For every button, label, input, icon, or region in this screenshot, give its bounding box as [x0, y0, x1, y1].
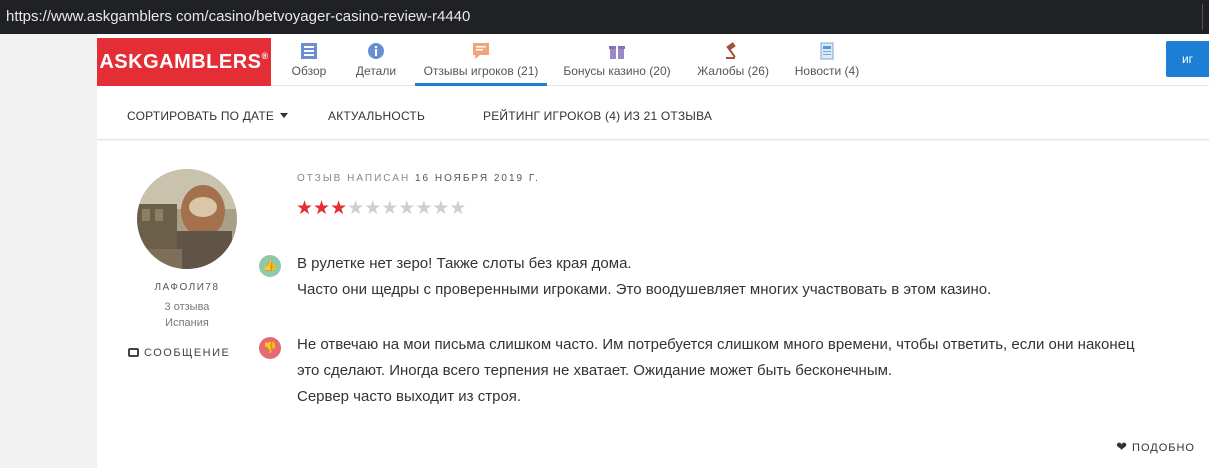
user-name[interactable]: ЛАФОЛИ78	[97, 282, 277, 293]
user-review-count: 3 отзыва	[164, 301, 210, 313]
askgamblers-logo[interactable]: ASKGAMBLERS®	[97, 38, 271, 86]
browser-address-bar[interactable]: https://www.askgamblers com/casino/betvo…	[0, 0, 1209, 34]
thumbs-down-icon: 👎	[259, 337, 281, 359]
caret-down-icon	[280, 113, 289, 118]
tab-label: Обзор	[291, 64, 327, 78]
gift-icon	[609, 46, 625, 59]
tab-label: Бонусы казино (20)	[563, 64, 671, 78]
tab-casino-bonuses[interactable]: Бонусы казино (20)	[559, 42, 675, 86]
written-label: ОТЗЫВ НАПИСАН	[297, 173, 411, 184]
avatar-photo	[137, 169, 237, 269]
sort-relevance[interactable]: АКТУАЛЬНОСТЬ	[328, 109, 425, 123]
message-button[interactable]: СООБЩЕНИЕ	[128, 347, 230, 359]
sort-by-date-label: СОРТИРОВАТЬ ПО ДАТЕ	[127, 109, 275, 123]
sort-player-rating[interactable]: РЕЙТИНГ ИГРОКОВ (4) ИЗ 21 ОТЗЫВА	[483, 109, 712, 123]
address-bar-edge	[1202, 4, 1203, 30]
review-date-value: 16 НОЯБРЯ 2019 Г.	[414, 173, 540, 184]
url-text: https://www.askgamblers com/casino/betvo…	[6, 8, 471, 25]
thumbs-up-icon: 👍	[259, 255, 281, 277]
message-icon	[128, 348, 139, 357]
like-button[interactable]: ❤ ПОДОБНО	[1116, 439, 1195, 455]
tab-label: Жалобы (26)	[697, 64, 769, 78]
like-label: ПОДОБНО	[1132, 442, 1195, 454]
heart-icon: ❤	[1116, 439, 1129, 454]
star-filled-icon: ★	[313, 198, 331, 219]
logo-text: ASKGAMBLERS	[99, 51, 262, 73]
positive-line: В рулетке нет зеро! Также слоты без края…	[297, 255, 632, 272]
negative-line: это сделают. Иногда всего терпения не хв…	[297, 362, 893, 379]
logo-mark: ®	[261, 51, 269, 61]
user-country: Испания	[165, 317, 209, 329]
message-label: СООБЩЕНИЕ	[144, 347, 231, 359]
tab-label: Отзывы игроков (21)	[423, 64, 539, 78]
site-header: ASKGAMBLERS® Обзор Детали Отзывы игроков…	[97, 34, 1209, 86]
tab-label: Новости (4)	[794, 64, 860, 78]
sort-bar: СОРТИРОВАТЬ ПО ДАТЕ АКТУАЛЬНОСТЬ РЕЙТИНГ…	[97, 86, 1209, 140]
star-empty-icon: ★	[398, 198, 416, 219]
review-date: ОТЗЫВ НАПИСАН 16 НОЯБРЯ 2019 Г.	[297, 173, 540, 184]
star-rating: ★★★★★★★★★★	[296, 199, 466, 219]
gavel-icon	[726, 42, 736, 59]
tab-news[interactable]: Новости (4)	[793, 42, 861, 86]
header-action-button[interactable]: иг	[1166, 41, 1209, 77]
review-card: ЛАФОЛИ78 3 отзыва Испания СООБЩЕНИЕ ОТЗЫ…	[97, 141, 1209, 468]
star-empty-icon: ★	[381, 198, 399, 219]
tab-player-reviews[interactable]: Отзывы игроков (21)	[415, 42, 547, 86]
list-icon	[301, 43, 317, 59]
tab-label: Детали	[355, 64, 397, 78]
negative-line: Не отвечаю на мои письма слишком часто. …	[297, 336, 1135, 353]
negative-line: Сервер часто выходит из строя.	[297, 388, 522, 405]
star-empty-icon: ★	[364, 198, 382, 219]
star-empty-icon: ★	[449, 198, 467, 219]
info-icon	[368, 43, 384, 59]
tab-overview[interactable]: Обзор	[287, 42, 331, 86]
review-negative: Не отвечаю на мои письма слишком часто. …	[297, 332, 1135, 410]
star-filled-icon: ★	[330, 198, 348, 219]
avatar[interactable]	[137, 169, 237, 269]
sort-by-date[interactable]: СОРТИРОВАТЬ ПО ДАТЕ	[127, 109, 289, 123]
star-empty-icon: ★	[347, 198, 365, 219]
document-icon	[820, 42, 834, 60]
star-filled-icon: ★	[296, 198, 314, 219]
review-positive: В рулетке нет зеро! Также слоты без края…	[297, 251, 991, 303]
tab-complaints[interactable]: Жалобы (26)	[695, 42, 771, 86]
star-empty-icon: ★	[432, 198, 450, 219]
positive-line: Часто они щедры с проверенными игроками.…	[297, 281, 992, 298]
star-empty-icon: ★	[415, 198, 433, 219]
tab-details[interactable]: Детали	[353, 42, 399, 86]
chat-icon	[473, 43, 489, 59]
